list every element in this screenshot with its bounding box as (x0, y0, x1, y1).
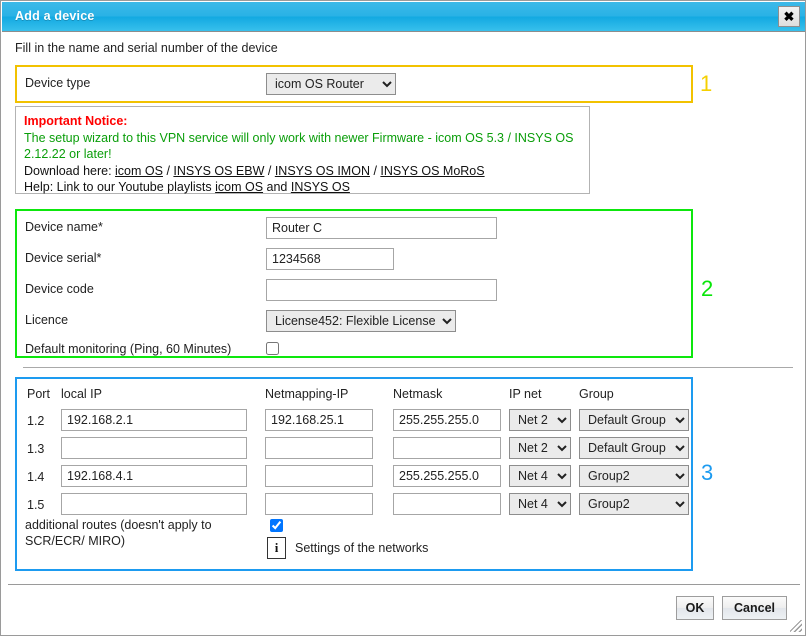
link-insys-os-imon[interactable]: INSYS OS IMON (275, 164, 370, 178)
ip-net-select[interactable]: Net 2 (509, 409, 571, 431)
licence-label: Licence (25, 313, 69, 327)
table-row: 1.4 Net 4 Group2 (17, 465, 691, 493)
section-network-ports: Port local IP Netmapping-IP Netmask IP n… (15, 377, 693, 571)
info-icon[interactable]: i (267, 537, 286, 559)
notice-help-line: Help: Link to our Youtube playlists icom… (24, 179, 581, 196)
group-select[interactable]: Default Group (579, 437, 689, 459)
netmapping-ip-input[interactable] (265, 465, 373, 487)
header-group: Group (579, 387, 614, 401)
section-device-details: Device name* Device serial* Device code … (15, 209, 693, 358)
notice-download-line: Download here: icom OS / INSYS OS EBW / … (24, 163, 581, 180)
device-serial-label: Device serial* (25, 251, 102, 265)
sep-1: / (162, 163, 174, 178)
netmapping-ip-input[interactable] (265, 493, 373, 515)
table-row: 1.3 Net 2 Default Group (17, 437, 691, 465)
link-insys-os-moros[interactable]: INSYS OS MoRoS (380, 164, 484, 178)
table-row: 1.2 Net 2 Default Group (17, 409, 691, 437)
header-netmask: Netmask (393, 387, 443, 401)
dialog-title: Add a device (15, 9, 95, 23)
link-icom-os-download[interactable]: icom OS (115, 164, 163, 178)
marker-2: 2 (701, 276, 714, 301)
help-prefix: Help: Link to our Youtube playlists (24, 180, 216, 194)
add-device-dialog: Add a device ✖ Fill in the name and seri… (0, 0, 806, 636)
link-insys-os-ebw[interactable]: INSYS OS EBW (173, 164, 264, 178)
local-ip-input[interactable] (61, 437, 247, 459)
link-insys-os-youtube[interactable]: INSYS OS (291, 180, 350, 194)
important-notice-box: Important Notice: The setup wizard to th… (15, 106, 590, 194)
local-ip-input[interactable] (61, 493, 247, 515)
group-select[interactable]: Group2 (579, 493, 689, 515)
device-type-label: Device type (25, 76, 91, 90)
device-type-select[interactable]: icom OS Router (266, 73, 396, 95)
device-code-label: Device code (25, 282, 94, 296)
cell-port: 1.4 (27, 470, 45, 484)
netmapping-ip-input[interactable] (265, 437, 373, 459)
group-select[interactable]: Group2 (579, 465, 689, 487)
header-netmapping-ip: Netmapping-IP (265, 387, 349, 401)
dialog-subtitle: Fill in the name and serial number of th… (15, 41, 278, 55)
marker-3: 3 (701, 460, 714, 485)
cell-port: 1.2 (27, 414, 45, 428)
device-code-input[interactable] (266, 279, 497, 301)
netmask-input[interactable] (393, 437, 501, 459)
ip-net-select[interactable]: Net 4 (509, 493, 571, 515)
close-icon[interactable]: ✖ (778, 6, 800, 27)
section-device-type: Device type icom OS Router (15, 65, 693, 103)
netmask-input[interactable] (393, 409, 501, 431)
ip-net-select[interactable]: Net 4 (509, 465, 571, 487)
cell-port: 1.3 (27, 442, 45, 456)
licence-select[interactable]: License452: Flexible License (266, 310, 456, 332)
resize-grip[interactable] (790, 620, 802, 632)
sep-3: / (369, 163, 381, 178)
additional-routes-label: additional routes (doesn't apply to SCR/… (25, 518, 212, 548)
device-name-label: Device name* (25, 220, 103, 234)
dialog-titlebar[interactable]: Add a device ✖ (2, 2, 805, 32)
device-name-input[interactable] (266, 217, 497, 239)
marker-1: 1 (700, 71, 713, 96)
link-icom-os-youtube[interactable]: icom OS (215, 180, 263, 194)
group-select[interactable]: Default Group (579, 409, 689, 431)
device-serial-input[interactable] (266, 248, 394, 270)
notice-heading: Important Notice: (24, 114, 128, 128)
netmapping-ip-input[interactable] (265, 409, 373, 431)
section-divider (23, 367, 793, 368)
help-joiner: and (263, 180, 291, 194)
settings-of-networks-label: Settings of the networks (295, 541, 429, 555)
footer-divider (8, 584, 800, 585)
notice-body: The setup wizard to this VPN service wil… (24, 130, 574, 162)
local-ip-input[interactable] (61, 409, 247, 431)
header-ip-net: IP net (509, 387, 542, 401)
additional-routes-checkbox[interactable] (270, 519, 283, 532)
cancel-button[interactable]: Cancel (722, 596, 787, 620)
netmask-input[interactable] (393, 465, 501, 487)
netmask-input[interactable] (393, 493, 501, 515)
ok-button[interactable]: OK (676, 596, 714, 620)
default-monitoring-checkbox[interactable] (266, 342, 279, 355)
cell-port: 1.5 (27, 498, 45, 512)
header-local-ip: local IP (61, 387, 102, 401)
download-prefix: Download here: (24, 163, 116, 178)
header-port: Port (27, 387, 50, 401)
local-ip-input[interactable] (61, 465, 247, 487)
ip-net-select[interactable]: Net 2 (509, 437, 571, 459)
default-monitoring-label: Default monitoring (Ping, 60 Minutes) (25, 342, 232, 356)
sep-2: / (264, 163, 275, 178)
